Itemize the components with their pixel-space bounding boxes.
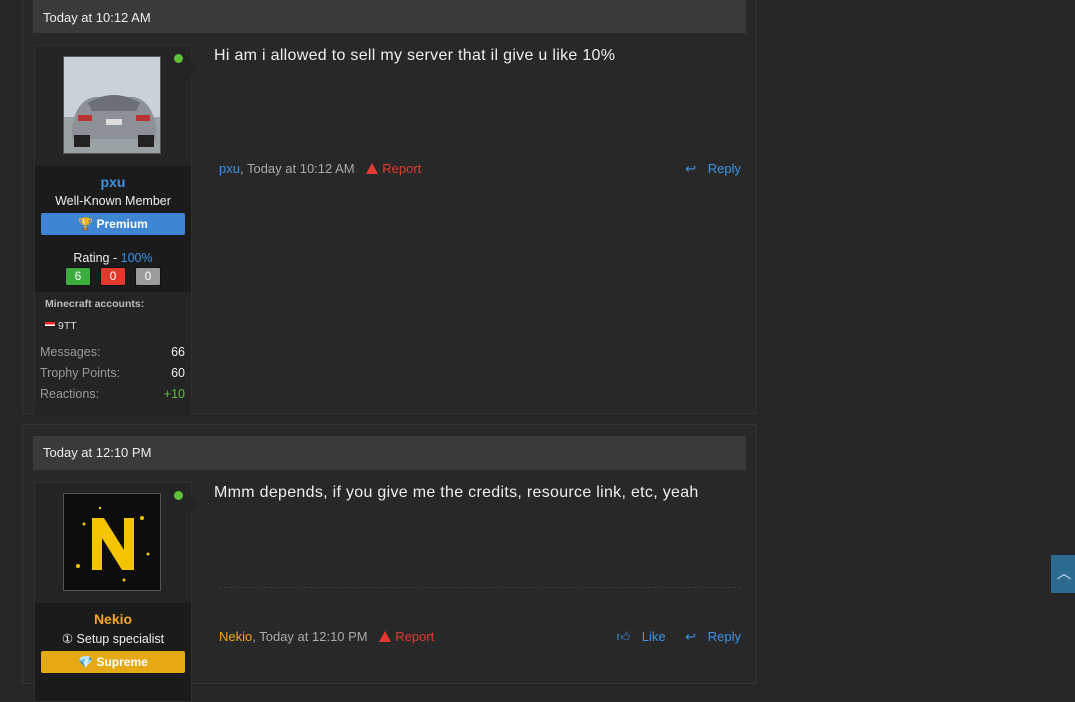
post-date-header: Today at 10:12 AM	[33, 0, 746, 33]
username[interactable]: pxu	[35, 174, 191, 190]
post-date: Today at 12:10 PM	[43, 445, 152, 460]
online-indicator	[174, 54, 183, 63]
reply-icon: ↩	[685, 629, 697, 644]
footer-author[interactable]: Nekio	[219, 629, 252, 644]
user-banner: 💎 Supreme	[41, 651, 185, 673]
chevron-up-icon: ︿	[1056, 565, 1072, 582]
avatar[interactable]	[63, 493, 161, 591]
diamond-icon: 💎	[78, 655, 94, 669]
minecraft-account: 9TT	[45, 320, 191, 332]
report-link[interactable]: Report	[366, 161, 421, 176]
rating-positive[interactable]: 6	[65, 267, 91, 286]
scroll-to-top-button[interactable]: ︿	[1051, 555, 1075, 593]
thumbs-up-icon: 👍︎	[616, 629, 631, 644]
warning-icon	[366, 163, 379, 174]
avatar-area	[35, 483, 200, 603]
user-title: ① Setup specialist	[61, 632, 165, 646]
panel-arrow	[191, 497, 200, 513]
stat-messages: Messages: 66	[40, 345, 185, 359]
online-indicator	[174, 491, 183, 500]
report-link[interactable]: Report	[379, 629, 434, 644]
reply-link[interactable]: ↩ Reply	[677, 629, 741, 644]
like-link[interactable]: 👍︎ Like	[609, 629, 666, 644]
post-date-header: Today at 12:10 PM	[33, 436, 746, 470]
message-text: Mmm depends, if you give me the credits,…	[214, 484, 699, 501]
reply-link[interactable]: ↩ Reply	[677, 161, 741, 176]
avatar-area	[35, 46, 200, 166]
post-1: Today at 10:12 AM pxu Well-Known Member …	[22, 0, 757, 416]
user-extra: Minecraft accounts: 9TT Messages: 66 Tro…	[35, 292, 191, 416]
rating-negative[interactable]: 0	[100, 267, 126, 286]
post-footer: pxu, Today at 10:12 AM Report ↩ Reply	[219, 159, 741, 179]
minecraft-head-icon	[45, 322, 55, 330]
user-banner: 🏆 Premium	[41, 213, 185, 235]
post-footer: Nekio, Today at 12:10 PM Report 👍︎ Like …	[219, 627, 741, 647]
post-date: Today at 10:12 AM	[43, 10, 151, 25]
rating: Rating - 100%	[73, 251, 153, 265]
post-actions: 👍︎ Like ↩ Reply	[601, 627, 741, 647]
username[interactable]: Nekio	[35, 611, 191, 627]
reply-icon: ↩	[685, 161, 697, 176]
minecraft-accounts-label: Minecraft accounts:	[45, 298, 145, 310]
avatar[interactable]	[63, 56, 161, 154]
stat-reactions: Reactions: +10	[40, 387, 185, 401]
trophy-icon: 🏆	[78, 217, 94, 231]
post-2: Today at 12:10 PM Nekio ① Setup speciali…	[22, 424, 757, 702]
divider	[219, 587, 741, 588]
message-text: Hi am i allowed to sell my server that i…	[214, 47, 616, 64]
user-panel: Nekio ① Setup specialist 💎 Supreme	[34, 482, 200, 702]
footer-date[interactable]: , Today at 10:12 AM	[240, 161, 355, 176]
user-title: Well-Known Member	[55, 194, 171, 208]
rating-neutral[interactable]: 0	[135, 267, 161, 286]
stat-trophy-points: Trophy Points: 60	[40, 366, 185, 380]
user-panel: pxu Well-Known Member 🏆 Premium Rating -…	[34, 45, 200, 416]
footer-date[interactable]: , Today at 12:10 PM	[252, 629, 367, 644]
panel-arrow	[191, 60, 200, 76]
footer-author[interactable]: pxu	[219, 161, 240, 176]
post-actions: ↩ Reply	[669, 159, 741, 179]
warning-icon	[379, 631, 392, 642]
rating-boxes: 6 0 0	[35, 267, 191, 286]
